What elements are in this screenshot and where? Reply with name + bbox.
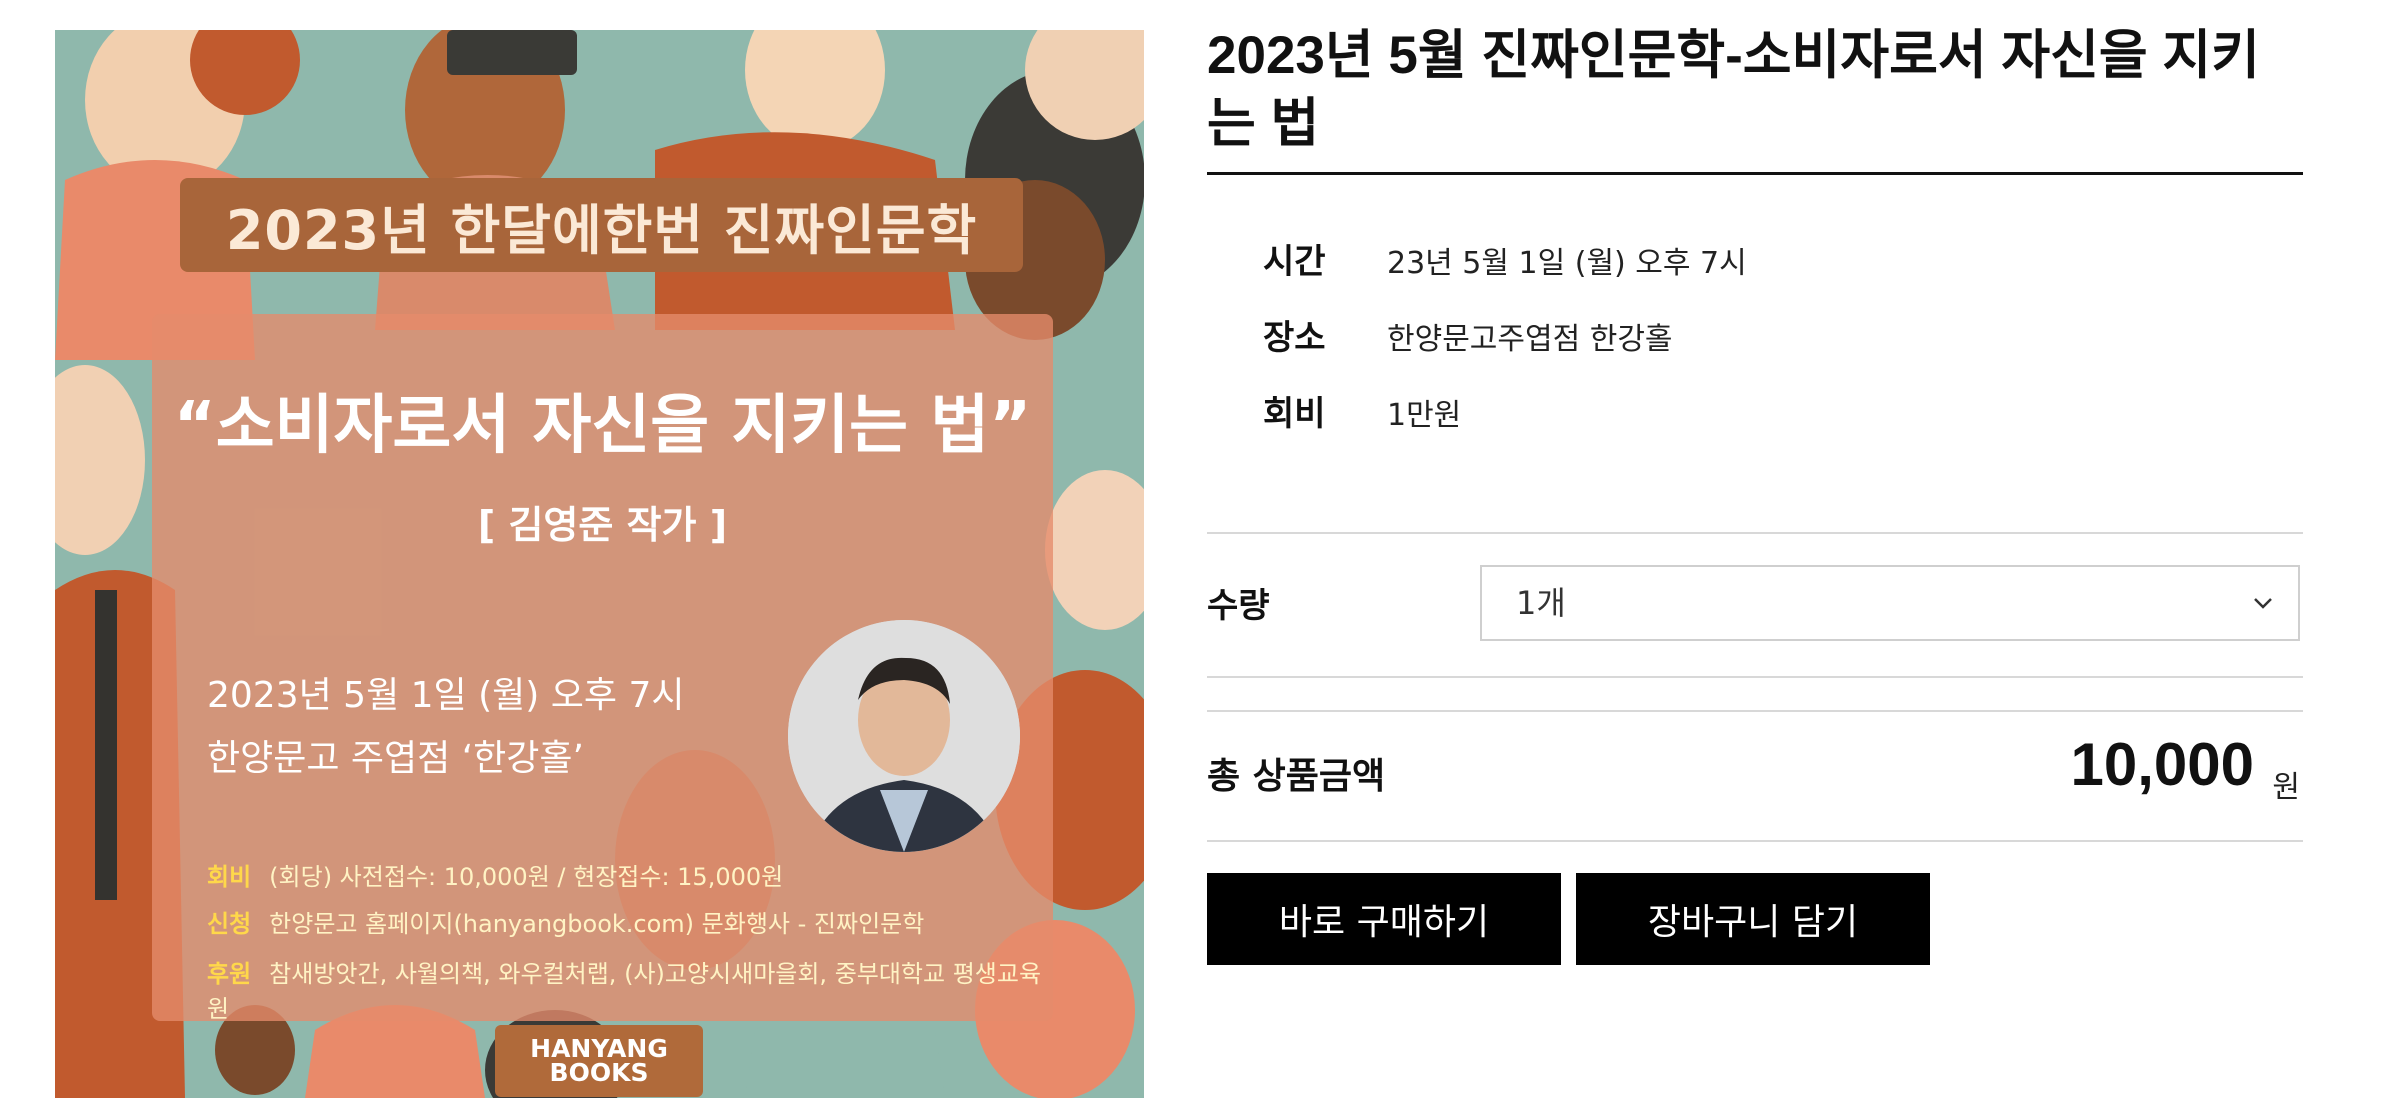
poster-series-title: 2023년 한달에한번 진짜인문학 xyxy=(180,178,1023,272)
poster-sponsor-key: 후원 xyxy=(207,960,252,988)
poster-headline: “소비자로서 자신을 지키는 법” xyxy=(173,389,1032,463)
detail-row-time: 시간 23년 5월 1일 (월) 오후 7시 xyxy=(1263,234,1747,283)
detail-value-fee: 1만원 xyxy=(1387,398,1462,433)
poster-apply-line: 신청 한양문고 홈페이지(hanyangbook.com) 문화행사 - 진짜인문… xyxy=(207,904,924,939)
quantity-selected-value: 1개 xyxy=(1516,584,1566,622)
quantity-select[interactable]: 1개 xyxy=(1480,565,2300,641)
title-divider xyxy=(1207,172,2303,175)
divider xyxy=(1207,676,2303,678)
detail-value-time: 23년 5월 1일 (월) 오후 7시 xyxy=(1387,246,1747,281)
logo-line-2: BOOKS xyxy=(549,1058,649,1087)
detail-value-place: 한양문고주엽점 한강홀 xyxy=(1387,322,1673,357)
quantity-label: 수량 xyxy=(1207,586,1270,626)
product-title: 2023년 5월 진짜인문학-소비자로서 자신을 지키는 법 xyxy=(1207,26,2260,153)
detail-row-fee: 회비 1만원 xyxy=(1263,386,1461,435)
poster-sponsor-text: 참새방앗간, 사월의책, 와우컬처랩, (사)고양시새마을회, 중부대학교 평생… xyxy=(207,960,1042,1023)
event-poster-image: 2023년 한달에한번 진짜인문학 “소비자로서 자신을 지키는 법” [ 김영… xyxy=(55,30,1144,1098)
hanyang-books-logo: HANYANG BOOKS xyxy=(495,1025,703,1097)
divider xyxy=(1207,532,2303,534)
total-price-amount: 10,000 xyxy=(2070,731,2254,798)
total-price-unit: 원 xyxy=(2272,770,2300,805)
total-price-label: 총 상품금액 xyxy=(1207,756,1386,797)
detail-row-place: 장소 한양문고주엽점 한강홀 xyxy=(1263,310,1673,359)
poster-venue: 한양문고 주엽점 ‘한강홀’ xyxy=(207,738,584,779)
poster-fee-line: 회비 (회당) 사전접수: 10,000원 / 현장접수: 15,000원 xyxy=(207,857,783,892)
author-portrait xyxy=(788,620,1020,852)
detail-label-place: 장소 xyxy=(1263,318,1326,358)
buy-now-button[interactable]: 바로 구매하기 xyxy=(1207,873,1561,965)
poster-fee-text: (회당) 사전접수: 10,000원 / 현장접수: 15,000원 xyxy=(269,863,784,891)
add-to-cart-button[interactable]: 장바구니 담기 xyxy=(1576,873,1930,965)
chevron-down-icon xyxy=(2252,567,2274,667)
divider xyxy=(1207,840,2303,842)
poster-apply-text: 한양문고 홈페이지(hanyangbook.com) 문화행사 - 진짜인문학 xyxy=(269,910,925,938)
poster-author: [ 김영준 작가 ] xyxy=(477,503,728,547)
poster-fee-key: 회비 xyxy=(207,863,252,891)
poster-sponsor-line: 후원 참새방앗간, 사월의책, 와우컬처랩, (사)고양시새마을회, 중부대학교 … xyxy=(207,954,1053,1024)
poster-apply-key: 신청 xyxy=(207,910,252,938)
poster-date: 2023년 5월 1일 (월) 오후 7시 xyxy=(207,675,685,716)
divider xyxy=(1207,710,2303,712)
detail-label-fee: 회비 xyxy=(1263,394,1326,434)
detail-label-time: 시간 xyxy=(1263,242,1326,282)
